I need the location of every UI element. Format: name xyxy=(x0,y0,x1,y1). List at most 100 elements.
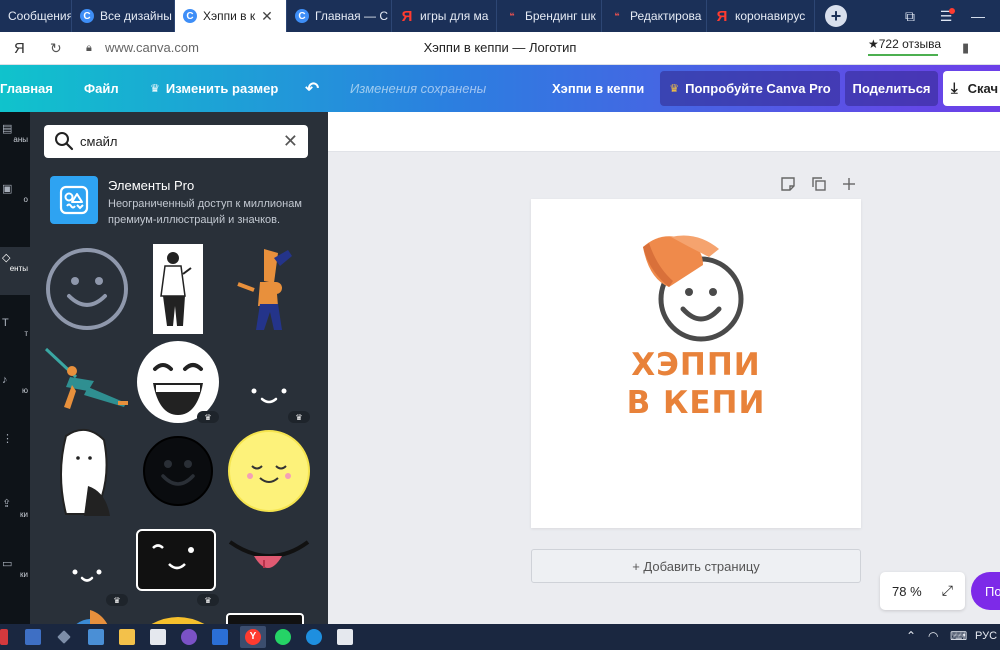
tongue-face-icon xyxy=(228,540,310,568)
rail-item-background[interactable]: ⋮ xyxy=(0,432,30,445)
element-girl-portrait[interactable] xyxy=(42,426,132,516)
design-page[interactable]: ХЭППИ В КЕПИ xyxy=(531,199,861,528)
whatsapp-taskbar-icon[interactable] xyxy=(275,629,291,645)
download-button[interactable]: ⤓ Скач xyxy=(943,71,1000,106)
monitor-taskbar-icon[interactable] xyxy=(88,629,104,645)
pro-crown-badge: ♛ xyxy=(288,411,310,423)
bookmark-icon[interactable]: ▮ xyxy=(962,40,969,56)
edge-taskbar-icon[interactable] xyxy=(306,629,322,645)
word-taskbar-icon[interactable] xyxy=(212,629,228,645)
folder-icon: ▭ xyxy=(2,558,13,570)
smiley-outline-icon xyxy=(46,248,128,330)
browser-tab-strip: Сообщения C Все дизайны C Хэппи в к ✕ C … xyxy=(0,0,1000,32)
tab-coronavirus[interactable]: Я коронавирус xyxy=(707,0,815,32)
rail-item-folders[interactable]: ▭ ки xyxy=(0,557,30,579)
add-page-button[interactable]: + Добавить страницу xyxy=(531,549,861,583)
design-workspace: ХЭППИ В КЕПИ + Добавить страницу 78 % ⤢ … xyxy=(328,112,1000,624)
element-partial-3[interactable] xyxy=(225,610,315,624)
pro-crown-badge: ♛ xyxy=(197,594,219,606)
tray-expand-icon[interactable]: ⌃ xyxy=(906,629,916,643)
tab-messages[interactable]: Сообщения xyxy=(0,0,72,32)
tab-all-designs[interactable]: C Все дизайны xyxy=(72,0,175,32)
close-tab-icon[interactable]: ✕ xyxy=(261,8,273,25)
duplicate-page-icon[interactable] xyxy=(811,176,827,192)
rail-item-elements[interactable]: ◇ енты xyxy=(0,247,30,295)
try-canva-pro-button[interactable]: ♛ Попробуйте Canva Pro xyxy=(660,71,840,106)
share-button[interactable]: Поделиться xyxy=(845,71,938,106)
resize-button[interactable]: ♛ Изменить размер xyxy=(150,65,278,112)
rail-item-photos[interactable]: ▣ о xyxy=(0,182,30,204)
zoom-control[interactable]: 78 % ⤢ xyxy=(880,572,965,610)
pro-elements-promo[interactable]: Элементы Pro Неограниченный доступ к мил… xyxy=(50,174,320,229)
music-icon: ♪ xyxy=(2,374,8,386)
element-smiley-outline[interactable] xyxy=(42,244,132,334)
logo-text-line2[interactable]: В КЕПИ xyxy=(531,385,861,421)
element-wink-box[interactable]: ♛ xyxy=(133,520,223,610)
start-partial-icon[interactable] xyxy=(0,629,8,645)
fullscreen-icon[interactable]: ⤢ xyxy=(942,582,953,599)
element-partial-2[interactable] xyxy=(140,610,230,624)
tab-games-search[interactable]: Я игры для ма xyxy=(392,0,497,32)
clear-search-icon[interactable]: ✕ xyxy=(283,131,298,152)
element-black-smiley[interactable] xyxy=(133,426,223,516)
address-bar: Я ↻ 🔒︎ www.canva.com Хэппи в кеппи — Лог… xyxy=(0,32,1000,65)
menu-icon[interactable]: ☰ xyxy=(935,0,957,32)
rail-item-uploads[interactable]: ⇪ ки xyxy=(0,497,30,519)
document-taskbar-icon[interactable] xyxy=(337,629,353,645)
smiley-cap-logo-icon[interactable] xyxy=(631,227,751,347)
yandex-browser-taskbar-button[interactable]: Y xyxy=(240,626,266,648)
search-input[interactable] xyxy=(80,125,270,158)
rail-item-music[interactable]: ♪ ю xyxy=(0,374,30,395)
element-yellow-sun[interactable] xyxy=(224,426,314,516)
element-yoga-man[interactable] xyxy=(224,244,314,334)
help-button[interactable]: По xyxy=(971,572,1000,610)
add-page-icon[interactable] xyxy=(841,176,857,192)
tabs-manager-icon[interactable]: ⧉ xyxy=(900,0,920,32)
element-small-face[interactable]: ♛ xyxy=(42,520,132,610)
note-icon[interactable] xyxy=(780,176,796,192)
viber-taskbar-icon[interactable] xyxy=(181,629,197,645)
plus-icon: + xyxy=(830,5,842,26)
element-woman-phone[interactable] xyxy=(133,244,223,334)
store-taskbar-icon[interactable] xyxy=(150,629,166,645)
background-icon: ⋮ xyxy=(2,433,13,445)
yellow-sun-face-icon xyxy=(228,430,310,512)
elements-icon: ◇ xyxy=(2,252,11,264)
url-field[interactable]: www.canva.com xyxy=(105,40,199,55)
pen-taskbar-icon[interactable] xyxy=(57,630,71,644)
keyboard-icon[interactable]: ⌨ xyxy=(950,629,967,643)
yandex-logo-icon[interactable]: Я xyxy=(14,40,25,57)
element-tongue-face[interactable] xyxy=(224,520,314,610)
rail-item-text[interactable]: Tт xyxy=(0,317,30,338)
tab-editing[interactable]: ❝ Редактирова xyxy=(602,0,707,32)
tab-home-canva[interactable]: C Главная — С xyxy=(287,0,392,32)
app-taskbar-icon[interactable] xyxy=(25,629,41,645)
minimize-icon[interactable]: — xyxy=(968,0,988,32)
undo-icon[interactable]: ↶ xyxy=(305,65,319,112)
folder-taskbar-icon[interactable] xyxy=(119,629,135,645)
rail-item-templates[interactable]: ▤ аны xyxy=(0,122,30,144)
element-stretching-woman[interactable] xyxy=(42,337,132,427)
logo-text-line1[interactable]: ХЭППИ xyxy=(531,347,861,383)
element-laughing-face[interactable]: ♛ xyxy=(133,337,223,427)
element-partial-1[interactable] xyxy=(60,610,150,624)
language-indicator[interactable]: РУС xyxy=(975,630,997,642)
tab-branding[interactable]: ❝ Брендинг шк xyxy=(497,0,602,32)
canva-icon: C xyxy=(80,9,94,23)
brand-icon: ❝ xyxy=(614,10,620,21)
elements-panel: ✕ Элементы Pro Неограниченный доступ к м… xyxy=(30,112,328,624)
reload-icon[interactable]: ↻ xyxy=(50,40,62,57)
wifi-icon[interactable]: ◠ xyxy=(928,629,938,643)
home-button[interactable]: Главная xyxy=(0,65,53,112)
reviews-badge[interactable]: ★722 отзыва xyxy=(868,37,941,51)
lock-icon: 🔒︎ xyxy=(86,42,92,54)
file-menu-button[interactable]: Файл xyxy=(84,65,119,112)
tab-happy-design[interactable]: C Хэппи в к ✕ xyxy=(175,0,287,32)
editor-toolbar: Главная Файл ♛ Изменить размер ↶ Изменен… xyxy=(0,65,1000,112)
element-cute-face[interactable]: ♛ xyxy=(224,337,314,427)
search-box: ✕ xyxy=(44,125,308,158)
zoom-level: 78 % xyxy=(892,583,922,599)
design-name-button[interactable]: Хэппи в кеппи xyxy=(552,65,644,112)
yoga-illustration-icon xyxy=(237,249,292,330)
new-tab-button[interactable]: + xyxy=(825,5,847,27)
